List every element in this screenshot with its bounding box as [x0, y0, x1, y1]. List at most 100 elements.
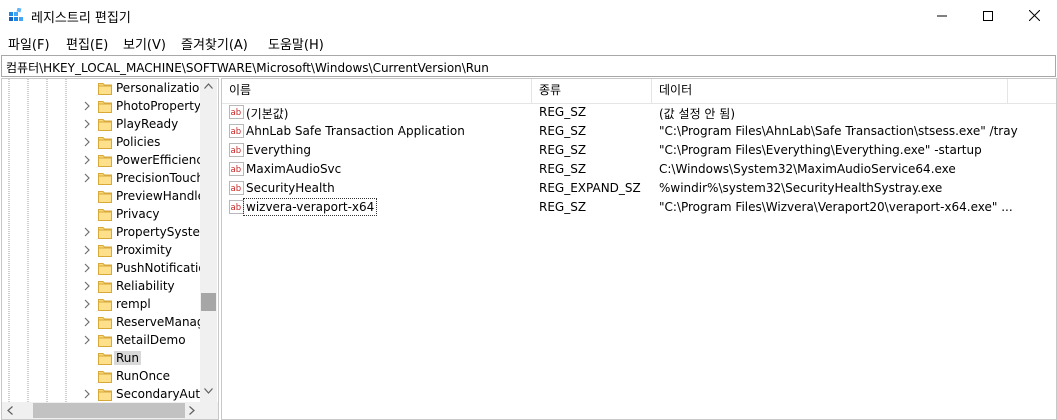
column-header-name[interactable]: 이름	[222, 79, 532, 103]
svg-text:ab: ab	[231, 127, 242, 137]
folder-icon	[98, 209, 112, 221]
value-data: C:\Windows\System32\MaximAudioService64.…	[659, 162, 956, 176]
scroll-left-arrow-icon[interactable]	[7, 406, 13, 415]
tree-item[interactable]: RetailDemo	[2, 331, 200, 349]
svg-text:ab: ab	[231, 184, 242, 194]
chevron-right-icon[interactable]	[82, 226, 92, 238]
chevron-right-icon[interactable]	[82, 244, 92, 256]
registry-editor-app-icon	[9, 8, 23, 21]
chevron-right-icon[interactable]	[82, 262, 92, 274]
tree-item[interactable]: Policies	[2, 133, 200, 151]
registry-value-row[interactable]: ab AhnLab Safe Transaction Application REG…	[222, 122, 1056, 141]
tree-item[interactable]: PropertySystem	[2, 223, 200, 241]
tree-item[interactable]: Privacy	[2, 205, 200, 223]
folder-icon	[98, 335, 112, 347]
chevron-right-icon[interactable]	[82, 298, 92, 310]
address-bar[interactable]: 컴퓨터\HKEY_LOCAL_MACHINE\SOFTWARE\Microsof…	[1, 55, 1056, 77]
value-name: Everything	[246, 143, 311, 157]
tree-item-label: PreviewHandlers	[116, 189, 200, 203]
chevron-right-icon[interactable]	[82, 172, 92, 184]
tree-item-label: Proximity	[116, 243, 172, 257]
menu-file[interactable]: 파일(F)	[8, 34, 50, 53]
menu-edit[interactable]: 편집(E)	[66, 34, 108, 53]
tree-item[interactable]: SecondaryAuthFactor	[2, 385, 200, 403]
value-type: REG_EXPAND_SZ	[539, 181, 641, 195]
title-bar: 레지스트리 편집기	[0, 0, 1057, 31]
chevron-right-icon[interactable]	[82, 136, 92, 148]
tree-item-label: PhotoPropertyHandler	[116, 99, 200, 113]
tree-horizontal-scrollbar[interactable]	[2, 402, 200, 419]
column-header-data[interactable]: 데이터	[652, 79, 1008, 103]
tree-item[interactable]: rempl	[2, 295, 200, 313]
column-header-type[interactable]: 종류	[532, 79, 652, 103]
tree-item[interactable]: Reliability	[2, 277, 200, 295]
value-type: REG_SZ	[539, 143, 587, 157]
value-type: REG_SZ	[539, 200, 587, 214]
chevron-right-icon[interactable]	[82, 118, 92, 130]
tree-item[interactable]: Run	[2, 349, 200, 367]
tree-item[interactable]: PrecisionTouchPad	[2, 169, 200, 187]
folder-icon	[98, 101, 112, 113]
svg-text:ab: ab	[231, 108, 242, 118]
tree-item[interactable]: PowerEfficiencyDiagnostics	[2, 151, 200, 169]
value-data: "C:\Program Files\AhnLab\Safe Transactio…	[659, 124, 1018, 138]
tree-item-label: Run	[114, 351, 142, 365]
tree-vertical-scrollbar[interactable]	[200, 79, 217, 402]
menu-bar: 파일(F) 편집(E) 보기(V) 즐겨찾기(A) 도움말(H)	[0, 31, 1057, 53]
tree-item[interactable]: PlayReady	[2, 115, 200, 133]
tree-item[interactable]: RunOnce	[2, 367, 200, 385]
tree-item[interactable]: PushNotifications	[2, 259, 200, 277]
registry-value-row[interactable]: ab wizvera-veraport-x64 REG_SZ "C:\Program …	[222, 198, 1056, 217]
scroll-right-arrow-icon[interactable]	[189, 406, 195, 415]
tree-item-label: ReserveManager	[116, 315, 200, 329]
chevron-right-icon[interactable]	[82, 334, 92, 346]
folder-icon	[98, 317, 112, 329]
folder-icon	[98, 155, 112, 167]
chevron-right-icon[interactable]	[82, 154, 92, 166]
tree-item[interactable]: Personalization	[2, 79, 200, 97]
svg-text:ab: ab	[231, 146, 242, 156]
scroll-up-arrow-icon[interactable]	[204, 83, 213, 89]
minimize-icon	[937, 15, 947, 16]
value-name: SecurityHealth	[246, 181, 335, 195]
string-value-icon: ab	[229, 200, 244, 214]
tree-horizontal-scroll-thumb[interactable]	[33, 403, 185, 418]
tree-vertical-scroll-thumb[interactable]	[201, 293, 216, 311]
tree-item[interactable]: PhotoPropertyHandler	[2, 97, 200, 115]
maximize-icon	[983, 10, 993, 21]
folder-icon	[98, 119, 112, 131]
tree-item[interactable]: ReserveManager	[2, 313, 200, 331]
chevron-right-icon[interactable]	[82, 280, 92, 292]
scroll-down-arrow-icon[interactable]	[204, 388, 213, 394]
menu-favorites[interactable]: 즐겨찾기(A)	[181, 34, 248, 53]
tree-item-label: PropertySystem	[116, 225, 200, 239]
menu-view[interactable]: 보기(V)	[123, 34, 166, 53]
folder-icon	[98, 299, 112, 311]
value-data: "C:\Program Files\Wizvera\Veraport20\ver…	[659, 200, 1013, 214]
value-name: AhnLab Safe Transaction Application	[246, 124, 465, 138]
window-title: 레지스트리 편집기	[31, 11, 131, 26]
folder-icon	[98, 227, 112, 239]
tree-item[interactable]: Proximity	[2, 241, 200, 259]
folder-icon	[98, 353, 112, 365]
string-value-icon: ab	[229, 143, 244, 157]
registry-value-row[interactable]: ab Everything REG_SZ "C:\Program Files\Ever…	[222, 141, 1056, 160]
value-name: (기본값)	[246, 107, 289, 121]
tree-item[interactable]: PreviewHandlers	[2, 187, 200, 205]
menu-help[interactable]: 도움말(H)	[268, 34, 324, 53]
tree-item-label: Privacy	[116, 207, 160, 221]
chevron-right-icon[interactable]	[82, 388, 92, 400]
close-button[interactable]	[1011, 0, 1057, 31]
chevron-right-icon[interactable]	[82, 316, 92, 328]
registry-value-row[interactable]: ab SecurityHealth REG_EXPAND_SZ %windir%\sy…	[222, 179, 1056, 198]
registry-value-row[interactable]: ab (기본값) REG_SZ (값 설정 안 됨)	[222, 103, 1056, 122]
tree-item-label: Personalization	[116, 81, 200, 95]
tree-item-label: SecondaryAuthFactor	[116, 387, 200, 401]
chevron-right-icon[interactable]	[82, 100, 92, 112]
close-icon	[1028, 10, 1040, 21]
registry-value-row[interactable]: ab MaximAudioSvc REG_SZ C:\Windows\System32…	[222, 160, 1056, 179]
minimize-button[interactable]	[919, 0, 965, 31]
tree-item-label: PrecisionTouchPad	[116, 171, 200, 185]
value-name: wizvera-veraport-x64	[242, 198, 378, 216]
maximize-button[interactable]	[965, 0, 1011, 31]
